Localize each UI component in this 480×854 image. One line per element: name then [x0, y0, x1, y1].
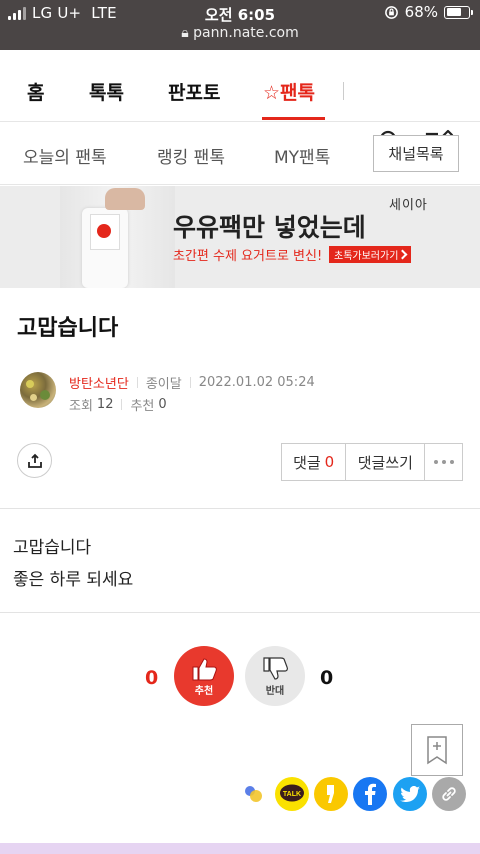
kakaotalk-icon[interactable]: TALK: [275, 777, 309, 811]
downvote-label: 반대: [265, 685, 285, 697]
comment-actions: 댓글 0 댓글쓰기: [281, 443, 463, 481]
recommend-count: 0: [158, 397, 167, 412]
nav-fantalk[interactable]: ☆팬톡: [263, 78, 315, 105]
battery-info: 68%: [384, 3, 473, 21]
ad-cta-button[interactable]: 초톡가보러가기: [329, 246, 412, 263]
battery-percent: 68%: [404, 3, 438, 21]
meta-divider: [189, 377, 191, 388]
downvote-count: 0: [320, 667, 334, 689]
ad-brand: 세이아: [389, 198, 428, 213]
recommend-label: 추천: [130, 399, 155, 414]
bottom-bar: [0, 843, 480, 854]
rotation-lock-icon: [384, 5, 398, 19]
post-datetime: 2022.01.02 05:24: [198, 375, 315, 390]
author-avatar[interactable]: [20, 372, 56, 408]
tab-today-fantalk[interactable]: 오늘의 팬톡: [23, 143, 107, 168]
author-level: 종이달: [145, 377, 182, 392]
post-title: 고맙습니다: [17, 316, 119, 341]
nav-divider: [343, 82, 344, 100]
views-count: 12: [96, 397, 114, 412]
bookmark-button[interactable]: [411, 724, 463, 776]
thumbs-down-icon: [263, 656, 288, 680]
battery-icon: [444, 5, 473, 19]
divider: [0, 508, 480, 509]
views-label: 조회: [69, 399, 93, 414]
tab-ranking-fantalk[interactable]: 랭킹 팬톡: [157, 143, 225, 168]
comment-label: 댓글: [293, 453, 321, 472]
link-icon[interactable]: [432, 777, 466, 811]
facebook-icon[interactable]: [353, 777, 387, 811]
channel-list-button[interactable]: 채널목록: [373, 135, 459, 172]
post-body-line: 좋은 하루 되세요: [13, 570, 134, 590]
ad-title: 우유팩만 넣었는데: [173, 213, 366, 242]
nav-home[interactable]: 홈: [27, 78, 44, 105]
twitter-icon[interactable]: [393, 777, 427, 811]
meta-divider: [136, 377, 138, 388]
downvote-button[interactable]: 반대: [245, 646, 305, 706]
comment-count: 0: [324, 453, 335, 471]
upvote-label: 추천: [194, 685, 214, 697]
write-comment-button[interactable]: 댓글쓰기: [346, 444, 426, 480]
share-button[interactable]: [17, 443, 52, 478]
author-name[interactable]: 방탄소년단: [69, 373, 129, 392]
more-button[interactable]: [425, 444, 462, 480]
nav-panphoto[interactable]: 판포토: [168, 78, 220, 105]
meta-divider: [121, 399, 123, 410]
tab-my-fantalk[interactable]: MY팬톡: [274, 143, 330, 168]
lock-icon: 🔒︎: [181, 25, 189, 41]
band-icon[interactable]: [236, 777, 270, 811]
nav-toktok[interactable]: 톡톡: [89, 78, 124, 105]
kakaostory-icon[interactable]: [314, 777, 348, 811]
post-meta: 방탄소년단 종이달 2022.01.02 05:24: [69, 373, 315, 392]
ad-product-image: [60, 186, 175, 288]
divider: [0, 612, 480, 613]
post-stats: 조회 12 추천 0: [69, 395, 167, 414]
post-body-line: 고맙습니다: [13, 538, 92, 558]
ad-banner[interactable]: 세이아 우유팩만 넣었는데 초간편 수제 요거트로 변신! 초톡가보러가기: [0, 186, 480, 288]
bookmark-add-icon: [427, 736, 447, 765]
share-icon: [27, 453, 42, 468]
ad-subtitle: 초간편 수제 요거트로 변신!: [173, 249, 323, 264]
more-icon: [433, 460, 454, 464]
url-text: pann.nate.com: [193, 25, 299, 41]
upvote-count: 0: [145, 667, 159, 689]
sub-nav: 오늘의 팬톡 랭킹 팬톡 MY팬톡 채널목록: [0, 123, 480, 185]
url-bar[interactable]: 🔒︎ pann.nate.com: [0, 25, 480, 41]
upvote-button[interactable]: 추천: [174, 646, 234, 706]
active-tab-indicator: [262, 117, 325, 120]
comment-button[interactable]: 댓글 0: [282, 444, 347, 480]
thumbs-up-icon: [192, 657, 217, 680]
svg-text:TALK: TALK: [283, 791, 301, 798]
main-nav: 홈 톡톡 판포토 ☆팬톡: [0, 56, 480, 160]
status-bar: LG U+ LTE 오전 6:05 68% 🔒︎ pann.nate.com: [0, 0, 480, 50]
